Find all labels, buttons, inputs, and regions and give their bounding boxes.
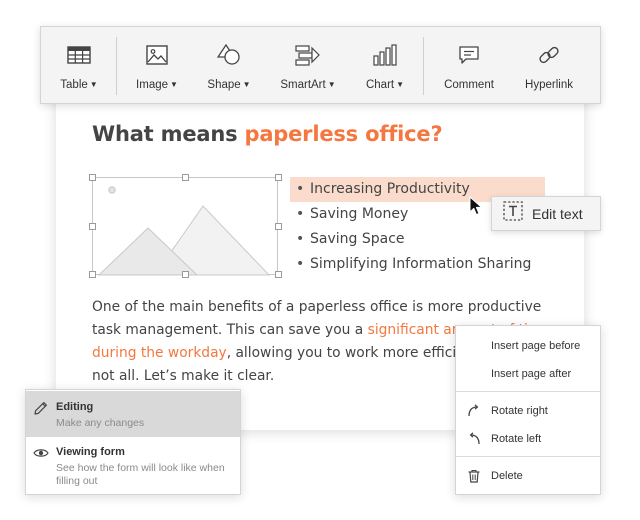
title-plain: What means xyxy=(92,122,245,146)
page-context-menu: Insert page before Insert page after Rot… xyxy=(455,325,601,495)
resize-handle-top-right[interactable] xyxy=(275,174,282,181)
menu-item-label: Rotate right xyxy=(491,405,548,417)
mode-description: See how the form will look like when fil… xyxy=(56,462,225,487)
text-frame-icon xyxy=(503,201,523,226)
menu-divider xyxy=(456,456,600,457)
chevron-down-icon: ▼ xyxy=(396,80,405,89)
toolbar-table-button[interactable]: Table ▼ xyxy=(53,27,105,103)
hyperlink-icon xyxy=(537,43,561,67)
toolbar-label: Comment xyxy=(444,79,494,91)
chevron-down-icon: ▼ xyxy=(170,80,178,89)
mountain-image-icon xyxy=(97,186,271,276)
resize-handle-top[interactable] xyxy=(182,174,189,181)
menu-item-rotate-right[interactable]: Rotate right xyxy=(456,401,600,421)
mode-menu: Editing Make any changes Viewing form Se… xyxy=(25,389,241,495)
toolbar-smartart-button[interactable]: SmartArt ▼ xyxy=(275,27,341,103)
chevron-down-icon: ▼ xyxy=(242,80,251,89)
trash-icon xyxy=(467,469,481,490)
chevron-down-icon: ▼ xyxy=(89,80,98,89)
mode-editing[interactable]: Editing Make any changes xyxy=(26,391,240,437)
rotate-left-icon xyxy=(467,432,481,453)
toolbar-label: Shape xyxy=(207,79,241,91)
toolbar-label: Chart xyxy=(365,79,395,91)
bullet-item[interactable]: Simplifying Information Sharing xyxy=(290,252,545,277)
smartart-icon xyxy=(295,43,321,67)
menu-item-insert-page-after[interactable]: Insert page after xyxy=(456,364,600,384)
chevron-down-icon: ▼ xyxy=(327,80,336,89)
document-title[interactable]: What means paperless office? xyxy=(92,122,443,146)
menu-divider xyxy=(456,391,600,392)
mouse-cursor-icon xyxy=(469,196,483,221)
mode-viewing-form[interactable]: Viewing form See how the form will look … xyxy=(26,438,240,494)
edit-text-button[interactable]: Edit text xyxy=(491,196,601,231)
resize-handle-top-left[interactable] xyxy=(89,174,96,181)
image-icon xyxy=(146,43,168,67)
eye-icon xyxy=(33,446,49,464)
menu-item-rotate-left[interactable]: Rotate left xyxy=(456,429,600,449)
toolbar-comment-button[interactable]: Comment xyxy=(437,27,501,103)
toolbar-image-button[interactable]: Image ▼ xyxy=(129,27,185,103)
toolbar-label: Hyperlink xyxy=(525,79,573,91)
toolbar-hyperlink-button[interactable]: Hyperlink xyxy=(517,27,581,103)
resize-handle-bottom[interactable] xyxy=(182,271,189,278)
toolbar-divider xyxy=(116,37,117,95)
resize-handle-bottom-right[interactable] xyxy=(275,271,282,278)
resize-handle-right[interactable] xyxy=(275,223,282,230)
chart-icon xyxy=(373,43,397,67)
mode-title: Viewing form xyxy=(56,446,125,458)
table-icon xyxy=(67,43,91,67)
menu-item-label: Rotate left xyxy=(491,433,542,445)
toolbar-chart-button[interactable]: Chart ▼ xyxy=(357,27,413,103)
shape-icon xyxy=(217,43,241,67)
menu-item-insert-page-before[interactable]: Insert page before xyxy=(456,336,600,356)
menu-item-label: Insert page after xyxy=(491,368,572,380)
toolbar-divider xyxy=(423,37,424,95)
toolbar-label: Table xyxy=(60,79,88,91)
menu-item-delete[interactable]: Delete xyxy=(456,466,600,486)
toolbar-shape-button[interactable]: Shape ▼ xyxy=(201,27,257,103)
comment-icon xyxy=(458,43,480,67)
title-accent: paperless office? xyxy=(244,122,443,146)
resize-handle-bottom-left[interactable] xyxy=(89,271,96,278)
pencil-icon xyxy=(33,400,49,421)
mode-description: Make any changes xyxy=(56,417,145,429)
menu-item-label: Delete xyxy=(491,470,523,482)
insert-toolbar: Table ▼ Image ▼ Shape ▼ SmartArt ▼ Chart ▼ Co… xyxy=(40,26,601,104)
toolbar-label: Image xyxy=(136,79,169,91)
menu-item-label: Insert page before xyxy=(491,340,581,352)
rotate-right-icon xyxy=(467,404,481,425)
mode-title: Editing xyxy=(56,401,94,413)
image-placeholder[interactable] xyxy=(89,174,282,278)
resize-handle-left[interactable] xyxy=(89,223,96,230)
edit-text-label: Edit text xyxy=(532,205,583,222)
toolbar-label: SmartArt xyxy=(280,79,326,91)
